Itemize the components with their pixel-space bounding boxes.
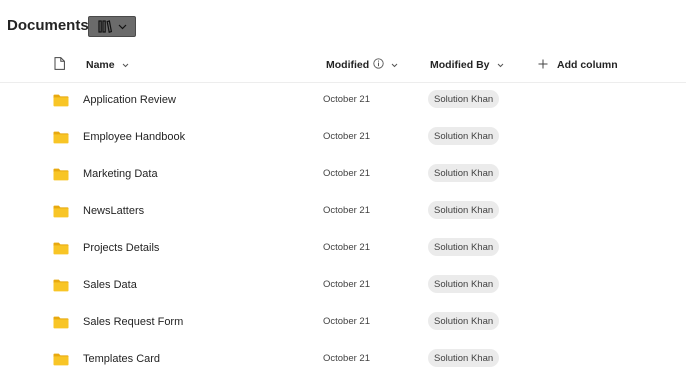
name-column-header[interactable]: Name (86, 52, 129, 78)
table-row[interactable]: Templates Card October 21 Solution Khan (0, 342, 686, 379)
person-chip[interactable]: Solution Khan (428, 90, 500, 108)
table-row[interactable]: Marketing Data October 21 Solution Khan (0, 157, 686, 194)
folder-icon (53, 279, 69, 297)
folder-icon (53, 168, 69, 186)
person-chip[interactable]: Solution Khan (428, 275, 500, 293)
chevron-down-icon (497, 59, 504, 71)
person-chip[interactable]: Solution Khan (428, 238, 500, 256)
person-chip[interactable]: Solution Khan (428, 127, 500, 145)
folder-icon (53, 353, 69, 371)
folder-icon (53, 242, 69, 260)
file-type-column-header[interactable] (54, 52, 65, 78)
table-row[interactable]: Sales Request Form October 21 Solution K… (0, 305, 686, 342)
chevron-down-icon (118, 24, 127, 30)
page-title: Documents (7, 17, 89, 34)
modified-column-label: Modified (326, 59, 370, 71)
folder-icon (53, 205, 69, 223)
item-name[interactable]: NewsLatters (83, 205, 144, 217)
item-modified: October 21 (323, 353, 370, 364)
folder-icon (53, 94, 69, 112)
person-chip[interactable]: Solution Khan (428, 349, 500, 367)
info-icon[interactable] (373, 58, 384, 72)
person-chip[interactable]: Solution Khan (428, 201, 500, 219)
view-switcher-button[interactable] (88, 16, 136, 37)
table-row[interactable]: NewsLatters October 21 Solution Khan (0, 194, 686, 231)
item-name[interactable]: Marketing Data (83, 168, 158, 180)
item-name[interactable]: Sales Data (83, 279, 137, 291)
modified-column-header[interactable]: Modified (326, 52, 398, 78)
table-row[interactable]: Sales Data October 21 Solution Khan (0, 268, 686, 305)
table-row[interactable]: Employee Handbook October 21 Solution Kh… (0, 120, 686, 157)
table-row[interactable]: Projects Details October 21 Solution Kha… (0, 231, 686, 268)
item-modified: October 21 (323, 316, 370, 327)
modified-by-column-label: Modified By (430, 59, 490, 71)
table-row[interactable]: Application Review October 21 Solution K… (0, 83, 686, 120)
folder-icon (53, 131, 69, 149)
item-modified: October 21 (323, 131, 370, 142)
item-name[interactable]: Templates Card (83, 353, 160, 365)
item-name[interactable]: Application Review (83, 94, 176, 106)
item-name[interactable]: Employee Handbook (83, 131, 185, 143)
plus-icon (538, 59, 548, 72)
item-name[interactable]: Sales Request Form (83, 316, 183, 328)
modified-by-column-header[interactable]: Modified By (430, 52, 504, 78)
item-modified: October 21 (323, 94, 370, 105)
library-view-icon (97, 20, 112, 33)
item-modified: October 21 (323, 205, 370, 216)
document-list: Application Review October 21 Solution K… (0, 83, 686, 379)
add-column-label: Add column (557, 59, 618, 71)
person-chip[interactable]: Solution Khan (428, 164, 500, 182)
item-modified: October 21 (323, 168, 370, 179)
item-name[interactable]: Projects Details (83, 242, 159, 254)
chevron-down-icon (122, 59, 129, 71)
file-type-icon (54, 57, 65, 73)
item-modified: October 21 (323, 242, 370, 253)
folder-icon (53, 316, 69, 334)
item-modified: October 21 (323, 279, 370, 290)
add-column-button[interactable]: Add column (538, 52, 618, 78)
document-library: Documents Name Modified Modified By Add … (0, 0, 686, 384)
name-column-label: Name (86, 59, 115, 71)
person-chip[interactable]: Solution Khan (428, 312, 500, 330)
chevron-down-icon (391, 59, 398, 71)
